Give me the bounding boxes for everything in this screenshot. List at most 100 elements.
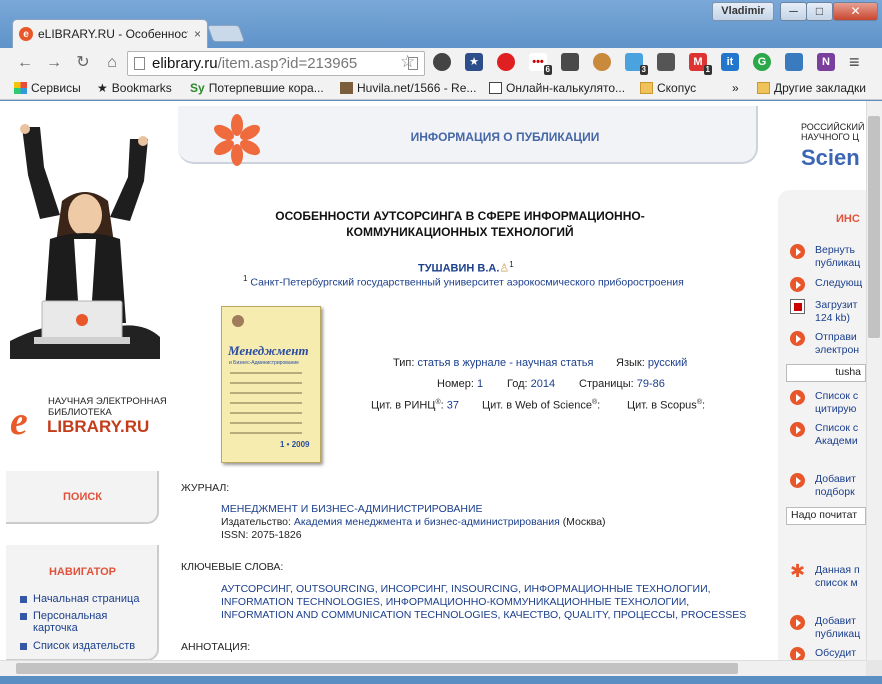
- search-panel[interactable]: ПОИСК: [6, 471, 159, 524]
- drive-extension-icon[interactable]: [785, 53, 803, 71]
- publication-author[interactable]: ТУШАВИН В.А.♙1: [418, 260, 514, 275]
- evernote-extension-icon[interactable]: [561, 53, 579, 71]
- extension-badge: 1: [703, 65, 712, 75]
- it-extension-icon[interactable]: it: [721, 53, 739, 71]
- bookmark-star-icon[interactable]: ☆: [400, 52, 415, 72]
- bookmark-item[interactable]: Huvila.net/1566 - Re...: [340, 81, 476, 95]
- adblock-extension-icon[interactable]: [497, 53, 515, 71]
- action-next[interactable]: Следующ: [790, 277, 862, 292]
- back-arrow-icon[interactable]: ←: [14, 52, 36, 74]
- grammarly-extension-icon[interactable]: G: [753, 53, 771, 71]
- forward-arrow-icon[interactable]: →: [43, 52, 65, 74]
- meta-wos-citations: Цит. в Web of Science®:: [482, 399, 601, 412]
- play-arrow-icon: [790, 473, 805, 488]
- action-download-pdf[interactable]: Загрузит 124 kb): [790, 299, 857, 325]
- browser-tab[interactable]: e eLIBRARY.RU - Особенности аутсорсинга …: [12, 19, 208, 48]
- bookmark-item[interactable]: Онлайн-калькулято...: [489, 81, 625, 95]
- vertical-scroll-thumb[interactable]: [868, 116, 880, 338]
- bookmark-bookmarks[interactable]: ★ Bookmarks: [97, 81, 172, 95]
- clock-extension-icon[interactable]: [433, 53, 451, 71]
- nav-item-publishers[interactable]: Список издательств: [20, 640, 135, 652]
- action-add-to-collection[interactable]: Добавит подборк: [790, 473, 856, 499]
- action-academy-list[interactable]: Список с Академи: [790, 422, 858, 448]
- meta-number: Номер: 1: [437, 378, 484, 390]
- action-discuss[interactable]: Обсудит: [790, 647, 856, 660]
- keywords-section-label: КЛЮЧЕВЫЕ СЛОВА:: [181, 561, 284, 573]
- elibrary-logo-letter[interactable]: e: [10, 397, 28, 444]
- extension-badge: 6: [543, 65, 552, 75]
- author-profile-icon[interactable]: ♙: [499, 263, 509, 275]
- journal-block: МЕНЕДЖМЕНТ И БИЗНЕС-АДМИНИСТРИРОВАНИЕ Из…: [221, 503, 606, 541]
- star-extension-icon[interactable]: ★: [465, 53, 483, 71]
- collection-select[interactable]: Надо почитат: [786, 507, 866, 525]
- meta-year: Год: 2014: [507, 378, 556, 390]
- chrome-menu-icon[interactable]: ≡: [849, 52, 860, 73]
- page-icon: [489, 82, 502, 94]
- publication-title: ОСОБЕННОСТИ АУТСОРСИНГА В СФЕРЕ ИНФОРМАЦ…: [275, 209, 645, 239]
- author-affiliation[interactable]: 1 Санкт-Петербургский государственный ун…: [243, 274, 684, 289]
- meta-type: Тип: статья в журнале - научная статья: [393, 357, 594, 369]
- elibrary-favicon: e: [19, 27, 33, 41]
- home-icon[interactable]: ⌂: [101, 52, 123, 74]
- asterisk-icon: ✱: [790, 561, 806, 581]
- reload-icon[interactable]: ↻: [72, 52, 94, 74]
- play-arrow-icon: [790, 244, 805, 259]
- play-arrow-icon: [790, 422, 805, 437]
- bullet-icon: [20, 643, 27, 650]
- issue-number-link[interactable]: 1: [477, 378, 483, 390]
- keywords-line[interactable]: АУТСОРСИНГ, OUTSOURCING, ИНСОРСИНГ, INSO…: [221, 583, 746, 596]
- close-window-button[interactable]: ✕: [833, 2, 878, 21]
- action-citing-list[interactable]: Список с цитирую: [790, 390, 858, 416]
- publisher-link[interactable]: Академия менеджмента и бизнес-администри…: [294, 516, 560, 528]
- keyboard-extension-icon[interactable]: [657, 53, 675, 71]
- maximize-button[interactable]: □: [806, 2, 833, 21]
- section-title: ИНФОРМАЦИЯ О ПУБЛИКАЦИИ: [410, 130, 600, 144]
- cover-issue: 1 • 2009: [280, 440, 310, 449]
- nav-item-personal-card[interactable]: Персональная карточка: [20, 610, 110, 634]
- bookmark-item[interactable]: Sy Потерпевшие кора...: [190, 81, 324, 95]
- profile-button[interactable]: Vladimir: [712, 2, 774, 21]
- bookmark-services[interactable]: Сервисы: [14, 81, 81, 95]
- bookmarks-overflow[interactable]: »: [732, 81, 739, 95]
- bullet-icon: [20, 613, 27, 620]
- bookmark-folder[interactable]: Скопус: [640, 81, 696, 95]
- window-frame-bottom: [0, 676, 882, 684]
- minimize-button[interactable]: ─: [780, 2, 807, 21]
- keywords-block: АУТСОРСИНГ, OUTSOURCING, ИНСОРСИНГ, INSO…: [221, 583, 746, 622]
- tab-title: eLIBRARY.RU - Особенности аутсорсинга: [38, 27, 188, 41]
- page-info-icon[interactable]: [134, 57, 145, 70]
- meta-pages: Страницы: 79-86: [579, 378, 665, 390]
- action-return[interactable]: Вернуть публикац: [790, 244, 860, 270]
- address-bar[interactable]: elibrary.ru/item.asp?id=213965: [127, 51, 425, 76]
- nav-item-home[interactable]: Начальная страница: [20, 593, 139, 605]
- dots-extension-icon[interactable]: ••• 6: [529, 53, 552, 75]
- keywords-line[interactable]: INFORMATION TECHNOLOGIES, ИНФОРМАЦИОННО-…: [221, 596, 746, 609]
- email-input[interactable]: tusha: [786, 364, 866, 382]
- woman-laptop-illustration: [10, 124, 160, 359]
- tab-close-icon[interactable]: ×: [194, 27, 201, 41]
- gmail-extension-icon[interactable]: M1: [689, 53, 712, 75]
- horizontal-scroll-thumb[interactable]: [16, 663, 738, 674]
- science-index-tagline: РОССИЙСКИЙ НАУЧНОГО Ц: [801, 122, 865, 142]
- ghost-extension-icon[interactable]: 3: [625, 53, 648, 75]
- onenote-extension-icon[interactable]: N: [817, 53, 835, 71]
- action-send-email[interactable]: Отправи электрон: [790, 331, 859, 357]
- search-link[interactable]: ПОИСК: [6, 491, 159, 503]
- action-add-publication[interactable]: Добавит публикац: [790, 615, 860, 641]
- action-in-my-list[interactable]: ✱ Данная п список м: [790, 561, 860, 590]
- elibrary-logo-name[interactable]: LIBRARY.RU: [47, 417, 149, 437]
- meta-rinc-citations: Цит. в РИНЦ®: 37: [371, 399, 459, 412]
- keywords-line[interactable]: INFORMATION AND COMMUNICATION TECHNOLOGI…: [221, 609, 746, 622]
- cookie-extension-icon[interactable]: [593, 53, 611, 71]
- meta-language: Язык: русский: [616, 357, 688, 369]
- play-arrow-icon: [790, 277, 805, 292]
- other-bookmarks[interactable]: Другие закладки: [757, 81, 866, 95]
- journal-cover-image[interactable]: Менеджмент и Бизнес-Администрирование 1 …: [221, 306, 321, 463]
- rinc-citations-link[interactable]: 37: [447, 400, 459, 412]
- science-index-logo[interactable]: Scien: [801, 145, 860, 171]
- new-tab-button[interactable]: [206, 25, 246, 42]
- page-viewport: НАУЧНАЯ ЭЛЕКТРОННАЯ БИБЛИОТЕКА e LIBRARY…: [0, 101, 866, 660]
- bullet-icon: [20, 596, 27, 603]
- journal-name-link[interactable]: МЕНЕДЖМЕНТ И БИЗНЕС-АДМИНИСТРИРОВАНИЕ: [221, 503, 606, 516]
- scroll-corner: [866, 660, 882, 676]
